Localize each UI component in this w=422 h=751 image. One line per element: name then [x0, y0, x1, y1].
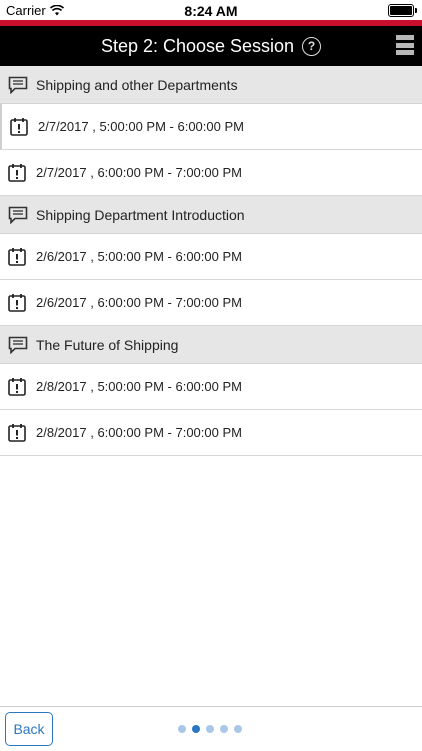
session-time: 2/8/2017 , 5:00:00 PM - 6:00:00 PM: [36, 379, 242, 394]
calendar-alert-icon: [8, 424, 26, 442]
session-row[interactable]: 2/7/2017 , 5:00:00 PM - 6:00:00 PM: [0, 104, 422, 150]
help-icon[interactable]: ?: [302, 36, 322, 56]
calendar-alert-icon: [8, 294, 26, 312]
page-dot-active: [192, 725, 200, 733]
calendar-alert-icon: [10, 118, 28, 136]
session-row[interactable]: 2/8/2017 , 6:00:00 PM - 7:00:00 PM: [0, 410, 422, 456]
session-group-title: The Future of Shipping: [36, 336, 179, 353]
page-indicator: [178, 725, 242, 733]
page-title: Step 2: Choose Session: [100, 35, 295, 56]
session-row[interactable]: 2/8/2017 , 5:00:00 PM - 6:00:00 PM: [0, 364, 422, 410]
page-dot: [178, 725, 186, 733]
header-bar: Step 2: Choose Session ?: [0, 26, 422, 66]
session-group-header: The Future of Shipping: [0, 326, 422, 364]
session-row[interactable]: 2/7/2017 , 6:00:00 PM - 7:00:00 PM: [0, 150, 422, 196]
calendar-alert-icon: [8, 378, 26, 396]
session-time: 2/8/2017 , 6:00:00 PM - 7:00:00 PM: [36, 425, 242, 440]
session-list: Shipping and other Departments 2/7/2017 …: [0, 66, 422, 456]
back-button[interactable]: Back: [5, 712, 53, 746]
session-time: 2/6/2017 , 6:00:00 PM - 7:00:00 PM: [36, 295, 242, 310]
session-time: 2/6/2017 , 5:00:00 PM - 6:00:00 PM: [36, 249, 242, 264]
status-bar: Carrier 8:24 AM: [0, 0, 422, 20]
page-dot: [206, 725, 214, 733]
session-group-header: Shipping Department Introduction: [0, 196, 422, 234]
session-row[interactable]: 2/6/2017 , 5:00:00 PM - 6:00:00 PM: [0, 234, 422, 280]
session-row[interactable]: 2/6/2017 , 6:00:00 PM - 7:00:00 PM: [0, 280, 422, 326]
page-dot: [234, 725, 242, 733]
session-group-title: Shipping Department Introduction: [36, 206, 245, 223]
page-dot: [220, 725, 228, 733]
menu-icon[interactable]: [396, 35, 414, 55]
session-group-title: Shipping and other Departments: [36, 76, 238, 93]
battery-icon: [388, 4, 417, 17]
session-time: 2/7/2017 , 5:00:00 PM - 6:00:00 PM: [38, 119, 244, 134]
session-time: 2/7/2017 , 6:00:00 PM - 7:00:00 PM: [36, 165, 242, 180]
status-time: 8:24 AM: [184, 3, 238, 19]
calendar-alert-icon: [8, 248, 26, 266]
footer-bar: Back: [0, 706, 422, 751]
chat-bubble-icon: [8, 76, 28, 94]
chat-bubble-icon: [8, 206, 28, 224]
chat-bubble-icon: [8, 336, 28, 354]
calendar-alert-icon: [8, 164, 26, 182]
session-group-header: Shipping and other Departments: [0, 66, 422, 104]
